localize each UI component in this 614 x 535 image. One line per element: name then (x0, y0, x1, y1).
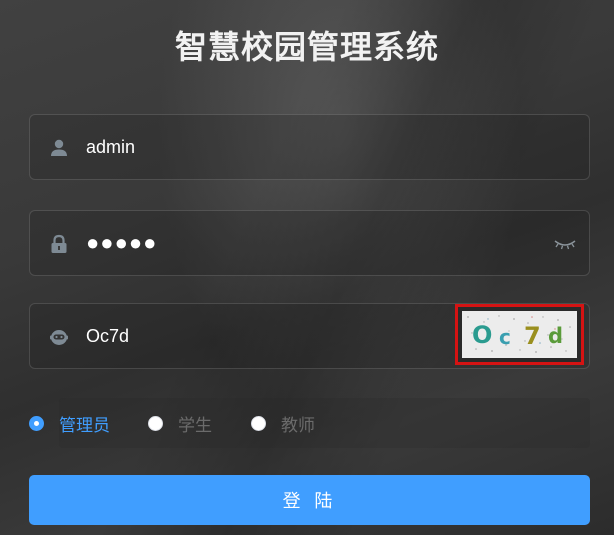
captcha-char-3: 7 (524, 322, 541, 350)
radio-teacher[interactable] (251, 415, 266, 431)
captcha-graphic: O c 7 d (462, 311, 575, 356)
captcha-char-1: O (472, 321, 492, 349)
role-label-admin: 管理员 (59, 415, 110, 436)
role-option-student[interactable]: 学生 (148, 412, 212, 436)
role-option-teacher[interactable]: 教师 (251, 412, 315, 436)
user-icon (51, 139, 67, 156)
captcha-canvas: O c 7 d (462, 311, 577, 358)
role-label-student: 学生 (178, 415, 212, 436)
radio-student[interactable] (148, 415, 163, 431)
password-field[interactable]: ●●●●● (29, 210, 590, 276)
role-label-teacher: 教师 (281, 415, 315, 436)
captcha-char-4: d (548, 324, 563, 348)
username-value: admin (86, 137, 136, 157)
captcha-input-value: Oc7d (86, 326, 130, 346)
page-title: 智慧校园管理系统 (174, 28, 439, 66)
username-field[interactable]: admin (29, 114, 590, 180)
role-selector: 管理员 学生 教师 (29, 398, 590, 448)
captcha-image[interactable]: O c 7 d (455, 304, 584, 365)
role-option-admin[interactable]: 管理员 (29, 412, 110, 436)
login-button[interactable]: 登 陆 (29, 475, 590, 525)
eye-closed-icon[interactable] (553, 236, 577, 252)
robot-icon (50, 330, 68, 345)
lock-icon (51, 234, 67, 253)
captcha-char-2: c (499, 325, 511, 349)
password-value: ●●●●● (86, 230, 158, 255)
radio-admin[interactable] (29, 415, 44, 431)
